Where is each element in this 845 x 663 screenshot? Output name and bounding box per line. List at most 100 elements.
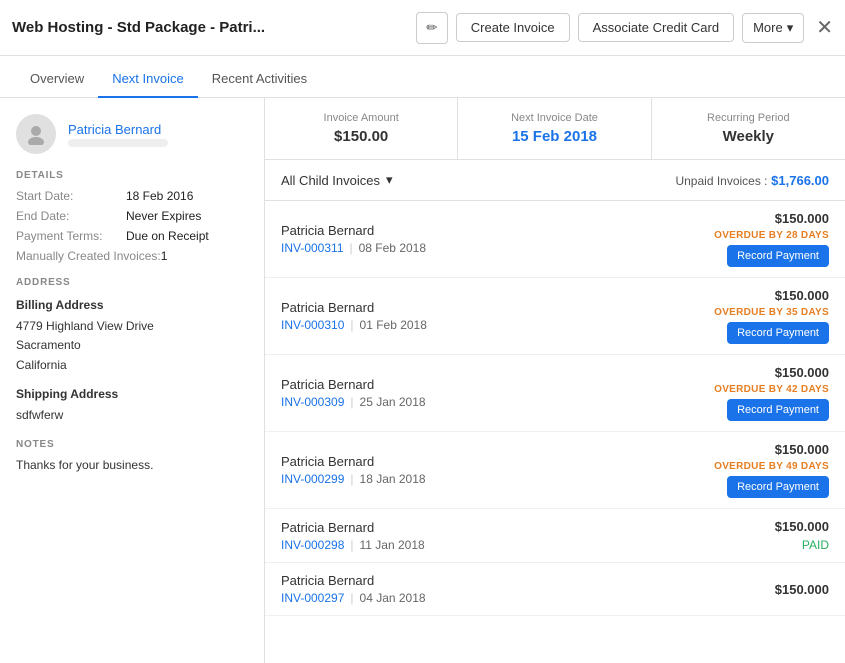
invoice-id[interactable]: INV-000299 — [281, 472, 344, 486]
associate-credit-card-button[interactable]: Associate Credit Card — [578, 13, 734, 42]
tabs-bar: Overview Next Invoice Recent Activities — [0, 56, 845, 98]
invoice-meta: INV-000309 | 25 Jan 2018 — [281, 395, 426, 409]
user-name[interactable]: Patricia Bernard — [68, 122, 168, 137]
shipping-address-label: Shipping Address — [16, 385, 248, 404]
start-date-key: Start Date: — [16, 189, 126, 203]
tab-next-invoice[interactable]: Next Invoice — [98, 61, 198, 98]
record-payment-button[interactable]: Record Payment — [727, 476, 829, 498]
invoice-left: Patricia BernardINV-000297|04 Jan 2018 — [281, 573, 426, 605]
invoice-separator: | — [350, 472, 353, 486]
invoice-meta: INV-000310 | 01 Feb 2018 — [281, 318, 427, 332]
summary-next-date: Next Invoice Date 15 Feb 2018 — [458, 98, 651, 159]
invoice-id[interactable]: INV-000310 — [281, 318, 344, 332]
end-date-key: End Date: — [16, 209, 126, 223]
more-chevron-icon: ▾ — [787, 20, 794, 36]
more-label: More — [753, 20, 783, 35]
period-label: Recurring Period — [668, 112, 829, 124]
amount-label: Invoice Amount — [281, 112, 441, 124]
invoice-meta: INV-000311 | 08 Feb 2018 — [281, 241, 426, 255]
address-section-label: ADDRESS — [16, 277, 248, 288]
invoice-separator: | — [350, 318, 353, 332]
unpaid-label: Unpaid Invoices : — [675, 174, 767, 188]
invoice-left: Patricia Bernard INV-000311 | 08 Feb 2018 — [281, 223, 426, 255]
create-invoice-button[interactable]: Create Invoice — [456, 13, 570, 42]
invoice-left: Patricia BernardINV-000299|18 Jan 2018 — [281, 454, 426, 486]
invoice-row: Patricia Bernard INV-000310 | 01 Feb 2018 $1… — [265, 278, 845, 355]
record-payment-button[interactable]: Record Payment — [727, 322, 829, 344]
end-date-row: End Date: Never Expires — [16, 209, 248, 223]
invoice-right: $150.000 OVERDUE BY 42 DAYS Record Payment — [714, 365, 829, 421]
invoice-amount: $150.000 — [775, 211, 829, 226]
invoice-amount: $150.000 — [775, 365, 829, 380]
billing-address: Billing Address 4779 Highland View Drive… — [16, 296, 248, 375]
invoice-right: $150.000 OVERDUE BY 49 DAYS Record Payment — [714, 442, 829, 498]
avatar — [16, 114, 56, 154]
invoice-separator: | — [350, 395, 353, 409]
shipping-address: Shipping Address sdfwferw — [16, 385, 248, 425]
tab-recent-activities[interactable]: Recent Activities — [198, 61, 321, 98]
invoice-date: 11 Jan 2018 — [360, 538, 425, 552]
payment-terms-key: Payment Terms: — [16, 229, 126, 243]
invoice-meta: INV-000299 | 18 Jan 2018 — [281, 472, 426, 486]
billing-address-label: Billing Address — [16, 296, 248, 315]
invoice-date: 08 Feb 2018 — [359, 241, 426, 255]
manually-created-val: 1 — [161, 249, 168, 263]
child-invoices-dropdown[interactable]: All Child Invoices ▾ — [281, 172, 393, 188]
payment-terms-val: Due on Receipt — [126, 229, 209, 243]
billing-line1: 4779 Highland View Drive — [16, 319, 154, 333]
payment-terms-row: Payment Terms: Due on Receipt — [16, 229, 248, 243]
invoice-meta: INV-000298|11 Jan 2018 — [281, 538, 425, 552]
more-button[interactable]: More ▾ — [742, 13, 804, 43]
invoice-id[interactable]: INV-000311 — [281, 241, 344, 255]
billing-line3: California — [16, 358, 67, 372]
invoice-separator: | — [350, 241, 353, 255]
invoice-row: Patricia Bernard INV-000311 | 08 Feb 2018 $1… — [265, 201, 845, 278]
user-details: Patricia Bernard — [68, 122, 168, 147]
page-title: Web Hosting - Std Package - Patri... — [12, 19, 332, 36]
invoice-date: 18 Jan 2018 — [360, 472, 426, 486]
summary-period: Recurring Period Weekly — [652, 98, 845, 159]
invoice-right: $150.000OVERDUE BY 35 DAYSRecord Payment — [714, 288, 829, 344]
invoice-id[interactable]: INV-000309 — [281, 395, 344, 409]
invoice-date: 04 Jan 2018 — [360, 591, 426, 605]
child-invoices-label: All Child Invoices — [281, 173, 380, 188]
details-section-label: DETAILS — [16, 170, 248, 181]
invoice-person: Patricia Bernard — [281, 520, 425, 535]
manually-created-row: Manually Created Invoices: 1 — [16, 249, 248, 263]
invoice-right: $150.000OVERDUE BY 28 DAYSRecord Payment — [714, 211, 829, 267]
unpaid-invoices: Unpaid Invoices : $1,766.00 — [675, 173, 829, 188]
edit-button[interactable]: ✏ — [416, 12, 448, 44]
notes-section-label: NOTES — [16, 439, 248, 450]
invoice-row: Patricia BernardINV-000298|11 Jan 2018$1… — [265, 509, 845, 563]
invoice-amount: $150.000 — [775, 582, 829, 597]
invoice-date: 25 Jan 2018 — [360, 395, 426, 409]
tab-overview[interactable]: Overview — [16, 61, 98, 98]
invoice-row: Patricia Bernard INV-000309 | 25 Jan 2018 $1… — [265, 355, 845, 432]
overdue-label: OVERDUE BY 49 DAYS — [714, 461, 829, 472]
invoice-right: $150.000 — [775, 582, 829, 597]
billing-line2: Sacramento — [16, 338, 81, 352]
close-button[interactable]: ✕ — [816, 15, 833, 40]
invoice-date: 01 Feb 2018 — [360, 318, 427, 332]
unpaid-amount[interactable]: $1,766.00 — [771, 173, 829, 188]
next-date-value: 15 Feb 2018 — [474, 128, 634, 145]
invoice-person: Patricia Bernard — [281, 300, 427, 315]
invoice-amount: $150.000 — [775, 442, 829, 457]
invoice-id[interactable]: INV-000298 — [281, 538, 344, 552]
overdue-label: OVERDUE BY 42 DAYS — [714, 384, 829, 395]
invoice-person: Patricia Bernard — [281, 223, 426, 238]
next-date-label: Next Invoice Date — [474, 112, 634, 124]
start-date-val: 18 Feb 2016 — [126, 189, 193, 203]
invoice-person: Patricia Bernard — [281, 377, 426, 392]
edit-icon: ✏ — [426, 20, 437, 36]
invoice-left: Patricia Bernard INV-000310 | 01 Feb 2018 — [281, 300, 427, 332]
right-panel: Invoice Amount $150.00 Next Invoice Date… — [265, 98, 845, 663]
user-sub — [68, 139, 168, 147]
invoice-id[interactable]: INV-000297 — [281, 591, 344, 605]
record-payment-button[interactable]: Record Payment — [727, 245, 829, 267]
summary-amount: Invoice Amount $150.00 — [265, 98, 458, 159]
child-invoices-chevron-icon: ▾ — [386, 172, 393, 188]
invoice-list: Patricia Bernard INV-000311 | 08 Feb 2018 $1… — [265, 201, 845, 616]
record-payment-button[interactable]: Record Payment — [727, 399, 829, 421]
left-panel: Patricia Bernard DETAILS Start Date: 18 … — [0, 98, 265, 663]
